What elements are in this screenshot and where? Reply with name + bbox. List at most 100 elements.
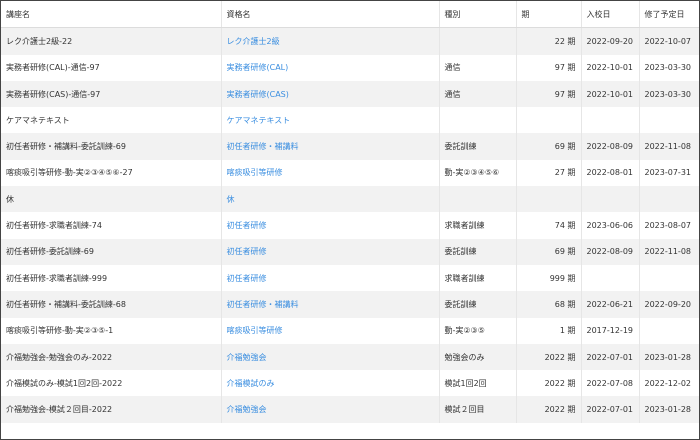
completion-date-cell: 2022-12-02 [638,370,699,397]
term-cell: 74 期 [515,212,581,239]
course-table: 講座名 資格名 種別 期 入校日 修了予定日 レク介護士2級-22 レク介護士2級… [1,1,699,423]
column-header-course-name[interactable]: 講座名 [1,1,221,29]
completion-date-cell: 2023-07-31 [638,159,699,187]
enrollment-date-cell: 2022-07-08 [580,370,639,397]
table-row[interactable]: 介福模試のみ-模試1回2回-2022 介福模試のみ 模試1回2回 2022 期 2022… [1,370,699,397]
type-cell: 委託訓練 [438,133,516,160]
table-row[interactable]: レク介護士2級-22 レク介護士2級 22 期 2022-09-20 2022-10-0… [1,27,699,55]
qualification-link[interactable]: 喀痰吸引等研修 [220,159,439,187]
qualification-link[interactable]: 初任者研修 [220,264,439,292]
term-cell: 27 期 [515,159,581,187]
type-cell: 求職者訓練 [438,212,516,239]
table-row[interactable]: 喀痰吸引等研修-動-実②③⑤-1 喀痰吸引等研修 動-実②③⑤ 1 期 2017-12-… [1,317,699,344]
qualification-link[interactable]: 喀痰吸引等研修 [220,317,439,344]
enrollment-date-cell: 2022-08-01 [580,159,639,187]
table-row[interactable]: 初任者研修-求職者訓練-999 初任者研修 求職者訓練 999 期 [1,264,699,292]
course-table-panel: 講座名 資格名 種別 期 入校日 修了予定日 レク介護士2級-22 レク介護士2級… [0,0,700,440]
completion-date-cell: 2023-08-07 [638,212,699,239]
type-cell: 通信 [438,54,516,81]
term-cell: 2022 期 [515,343,581,371]
completion-date-cell: 2023-03-30 [638,54,699,81]
table-body: レク介護士2級-22 レク介護士2級 22 期 2022-09-20 2022-10-0… [1,27,699,423]
enrollment-date-cell: 2022-08-09 [580,238,639,265]
enrollment-date-cell: 2022-07-01 [580,396,639,423]
term-cell: 68 期 [515,291,581,318]
qualification-link[interactable]: レク介護士2級 [220,27,439,55]
table-row[interactable]: 喀痰吸引等研修-動-実②③④⑤⑥-27 喀痰吸引等研修 動-実②③④⑤⑥ 27 期 20… [1,159,699,187]
qualification-link[interactable]: 初任者研修・補講料 [220,133,439,160]
completion-date-cell: 2022-09-20 [638,291,699,318]
qualification-link[interactable]: 初任者研修 [220,238,439,265]
term-cell [515,107,581,134]
enrollment-date-cell: 2022-09-20 [580,27,639,55]
course-name-cell: 実務者研修(CAL)-通信-97 [1,54,221,81]
enrollment-date-cell [580,264,639,292]
enrollment-date-cell [580,186,639,213]
qualification-link[interactable]: 実務者研修(CAL) [220,54,439,81]
completion-date-cell: 2022-10-07 [638,27,699,55]
column-header-qualification[interactable]: 資格名 [220,1,439,29]
table-row[interactable]: 休休 [1,186,699,213]
table-row[interactable]: 初任者研修-委託訓練-69 初任者研修 委託訓練 69 期 2022-08-09 2022… [1,238,699,265]
column-header-enrollment-date[interactable]: 入校日 [580,1,639,29]
completion-date-cell [638,317,699,344]
completion-date-cell: 2023-01-28 [638,343,699,371]
course-name-cell: ケアマネテキスト [1,107,221,134]
qualification-link[interactable]: 初任者研修 [220,212,439,239]
term-cell: 1 期 [515,317,581,344]
table-row[interactable]: ケアマネテキスト ケアマネテキスト [1,107,699,134]
table-row[interactable]: 初任者研修-求職者訓練-74 初任者研修 求職者訓練 74 期 2023-06-06 20… [1,212,699,239]
table-row[interactable]: 初任者研修・補講料-委託訓練-68 初任者研修・補講料 委託訓練 68 期 2022-0… [1,291,699,318]
term-cell: 97 期 [515,80,581,108]
qualification-link[interactable]: ケアマネテキスト [220,107,439,134]
enrollment-date-cell: 2022-06-21 [580,291,639,318]
course-name-cell: 介福勉強会-勉強会のみ-2022 [1,343,221,371]
column-header-type[interactable]: 種別 [438,1,516,29]
table-row[interactable]: 介福勉強会-勉強会のみ-2022 介福勉強会 勉強会のみ 2022 期 2022-07-… [1,343,699,371]
course-name-cell: 初任者研修-委託訓練-69 [1,238,221,265]
column-header-term[interactable]: 期 [515,1,581,29]
enrollment-date-cell: 2022-07-01 [580,343,639,371]
term-cell [515,186,581,213]
qualification-link[interactable]: 実務者研修(CAS) [220,80,439,108]
term-cell: 22 期 [515,27,581,55]
type-cell: 動-実②③④⑤⑥ [438,159,516,187]
course-name-cell: 介福模試のみ-模試1回2回-2022 [1,370,221,397]
column-header-completion-date[interactable]: 修了予定日 [638,1,699,29]
table-row[interactable]: 介福勉強会-模試２回目-2022 介福勉強会 模試２回目 2022 期 2022-07-… [1,396,699,423]
type-cell: 通信 [438,80,516,108]
course-name-cell: 喀痰吸引等研修-動-実②③④⑤⑥-27 [1,159,221,187]
enrollment-date-cell: 2022-10-01 [580,80,639,108]
type-cell [438,107,516,134]
table-row[interactable]: 初任者研修・補講料-委託訓練-69 初任者研修・補講料 委託訓練 69 期 2022-0… [1,133,699,160]
completion-date-cell [638,107,699,134]
course-name-cell: 休 [1,186,221,213]
enrollment-date-cell [580,107,639,134]
enrollment-date-cell: 2017-12-19 [580,317,639,344]
table-row[interactable]: 実務者研修(CAS)-通信-97 実務者研修(CAS) 通信 97 期 2022-10-… [1,80,699,108]
qualification-link[interactable]: 介福模試のみ [220,370,439,397]
term-cell: 2022 期 [515,396,581,423]
enrollment-date-cell: 2022-08-09 [580,133,639,160]
type-cell: 委託訓練 [438,291,516,318]
qualification-link[interactable]: 休 [220,186,439,213]
course-name-cell: 初任者研修・補講料-委託訓練-68 [1,291,221,318]
type-cell: 勉強会のみ [438,343,516,371]
course-name-cell: 実務者研修(CAS)-通信-97 [1,80,221,108]
term-cell: 999 期 [515,264,581,292]
qualification-link[interactable]: 初任者研修・補講料 [220,291,439,318]
course-name-cell: 介福勉強会-模試２回目-2022 [1,396,221,423]
qualification-link[interactable]: 介福勉強会 [220,396,439,423]
course-name-cell: レク介護士2級-22 [1,27,221,55]
course-name-cell: 喀痰吸引等研修-動-実②③⑤-1 [1,317,221,344]
course-name-cell: 初任者研修-求職者訓練-74 [1,212,221,239]
table-header-row: 講座名 資格名 種別 期 入校日 修了予定日 [1,1,699,29]
completion-date-cell: 2023-01-28 [638,396,699,423]
table-row[interactable]: 実務者研修(CAL)-通信-97 実務者研修(CAL) 通信 97 期 2022-10-… [1,54,699,81]
qualification-link[interactable]: 介福勉強会 [220,343,439,371]
completion-date-cell [638,264,699,292]
type-cell: 模試２回目 [438,396,516,423]
type-cell: 模試1回2回 [438,370,516,397]
completion-date-cell [638,186,699,213]
completion-date-cell: 2022-11-08 [638,238,699,265]
